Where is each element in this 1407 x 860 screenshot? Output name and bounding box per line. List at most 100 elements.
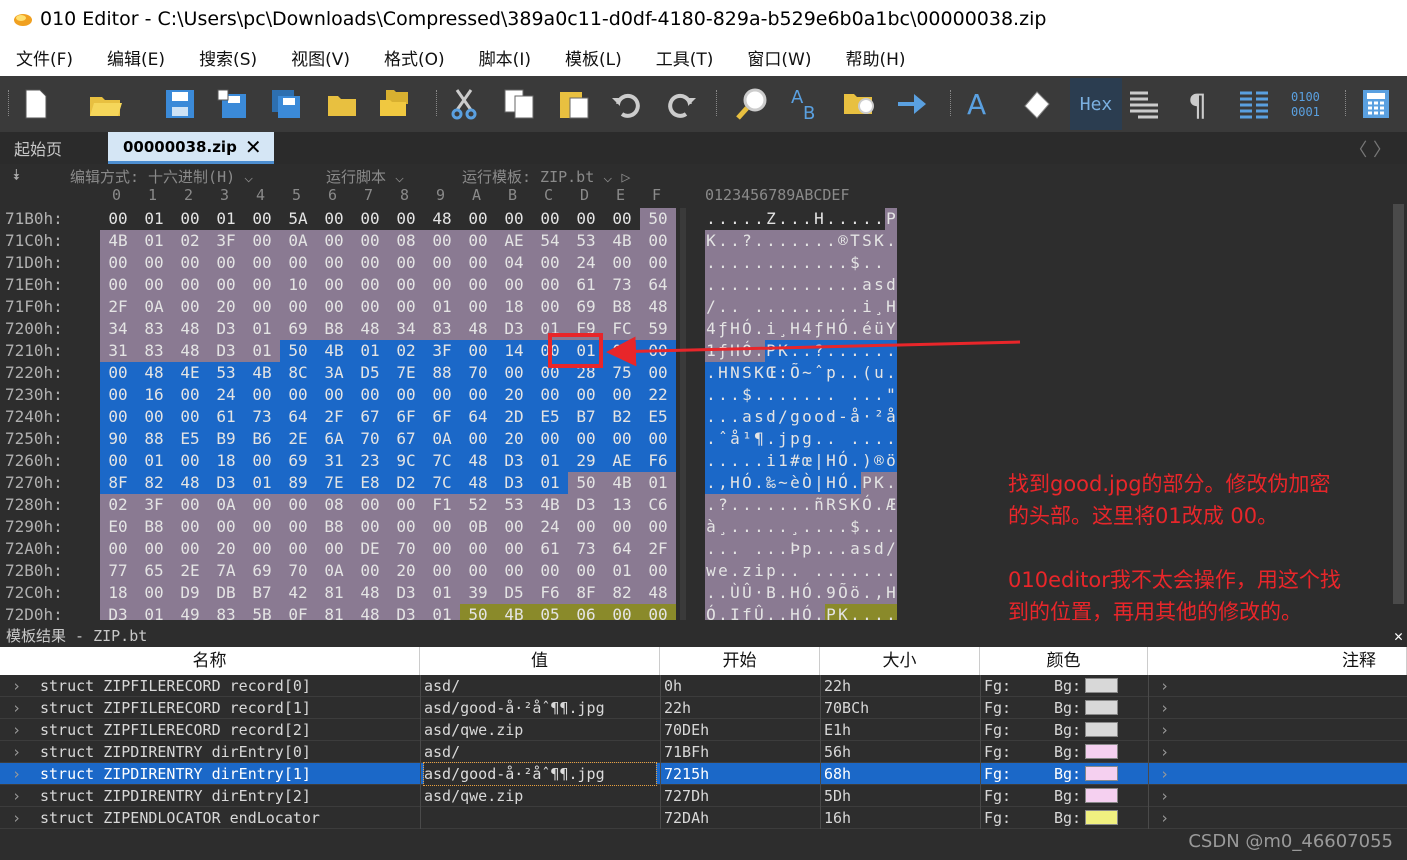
ascii-char[interactable]: .	[861, 208, 873, 230]
bg-color-swatch[interactable]	[1085, 700, 1118, 715]
hex-byte[interactable]: F6	[532, 582, 568, 604]
hex-byte[interactable]: 00	[280, 516, 316, 538]
hex-byte[interactable]: 2E	[280, 428, 316, 450]
ascii-char[interactable]: ƒ	[813, 318, 825, 340]
hex-byte[interactable]: 53	[568, 230, 604, 252]
hex-byte[interactable]: 00	[100, 208, 136, 230]
ascii-char[interactable]: K	[837, 604, 849, 620]
ascii-char[interactable]: .	[753, 274, 765, 296]
ascii-char[interactable]: .	[885, 472, 897, 494]
ascii-char[interactable]: .	[717, 208, 729, 230]
ascii-char[interactable]: H	[789, 604, 801, 620]
ascii-char[interactable]: Ó	[741, 340, 753, 362]
hex-byte[interactable]: 4B	[604, 472, 640, 494]
ascii-char[interactable]: .	[801, 384, 813, 406]
hex-byte[interactable]: 01	[136, 230, 172, 252]
ascii-char[interactable]: /	[885, 538, 897, 560]
columns-icon[interactable]	[1236, 85, 1272, 123]
ascii-char[interactable]: i	[753, 560, 765, 582]
hex-byte[interactable]: 6A	[316, 428, 352, 450]
ascii-char[interactable]: K	[849, 494, 861, 516]
ascii-char[interactable]: .	[777, 516, 789, 538]
ascii-char[interactable]: .	[741, 494, 753, 516]
ascii-char[interactable]: K	[873, 230, 885, 252]
hex-byte[interactable]: 00	[424, 560, 460, 582]
hex-byte[interactable]: D3	[100, 604, 136, 620]
hex-byte[interactable]: 13	[604, 494, 640, 516]
ascii-char[interactable]: H	[885, 296, 897, 318]
hex-byte[interactable]: 10	[280, 274, 316, 296]
hex-byte[interactable]: 00	[496, 362, 532, 384]
hex-byte[interactable]: 53	[208, 362, 244, 384]
hex-byte[interactable]: 4B	[316, 340, 352, 362]
ascii-char[interactable]: .	[789, 384, 801, 406]
ascii-char[interactable]: .	[729, 230, 741, 252]
ascii-char[interactable]: .	[801, 516, 813, 538]
hex-byte[interactable]: 0F	[280, 604, 316, 620]
hex-byte[interactable]: 00	[100, 450, 136, 472]
hex-byte[interactable]: 00	[100, 538, 136, 560]
hex-byte[interactable]: 34	[100, 318, 136, 340]
hex-byte[interactable]: 00	[532, 296, 568, 318]
ascii-char[interactable]: N	[729, 362, 741, 384]
ascii-char[interactable]: ²	[873, 406, 885, 428]
hex-byte[interactable]: 00	[496, 560, 532, 582]
tab-nav-arrows[interactable]: 〈 〉	[1349, 136, 1391, 162]
hex-byte[interactable]: 2F	[316, 406, 352, 428]
ascii-char[interactable]: .	[789, 494, 801, 516]
ascii-char[interactable]: H	[717, 362, 729, 384]
hex-byte[interactable]: 9C	[388, 450, 424, 472]
ascii-char[interactable]: ‰	[765, 472, 777, 494]
hex-byte[interactable]: 00	[460, 340, 496, 362]
ascii-char[interactable]: .	[729, 384, 741, 406]
ascii-char[interactable]: Û	[753, 604, 765, 620]
hex-byte[interactable]: D3	[208, 472, 244, 494]
ascii-char[interactable]: H	[825, 450, 837, 472]
ascii-char[interactable]: ®	[837, 230, 849, 252]
hex-byte[interactable]: B2	[604, 406, 640, 428]
hex-byte[interactable]: 00	[460, 428, 496, 450]
hex-byte[interactable]: 00	[460, 384, 496, 406]
hex-byte[interactable]: 00	[424, 516, 460, 538]
save-icon[interactable]	[162, 85, 198, 123]
hex-byte[interactable]: 88	[424, 362, 460, 384]
ascii-char[interactable]: ?	[813, 340, 825, 362]
ascii-char[interactable]: .	[789, 560, 801, 582]
hex-byte[interactable]: 00	[316, 252, 352, 274]
ascii-char[interactable]: .	[765, 516, 777, 538]
hex-byte[interactable]: 2E	[172, 560, 208, 582]
undo-icon[interactable]	[608, 85, 644, 123]
ascii-char[interactable]: .	[717, 230, 729, 252]
hex-byte[interactable]: 01	[244, 340, 280, 362]
ascii-char[interactable]: Ó	[837, 450, 849, 472]
bg-color-swatch[interactable]	[1085, 678, 1118, 693]
ascii-char[interactable]: H	[825, 472, 837, 494]
hex-byte[interactable]: 00	[244, 384, 280, 406]
ascii-char[interactable]: .	[753, 384, 765, 406]
hex-byte[interactable]: B8	[316, 318, 352, 340]
hex-byte[interactable]: 4B	[100, 230, 136, 252]
ascii-char[interactable]: .	[873, 428, 885, 450]
ascii-char[interactable]: .	[825, 296, 837, 318]
ascii-char[interactable]: o	[801, 406, 813, 428]
hex-byte[interactable]: 00	[172, 296, 208, 318]
hex-byte[interactable]: 2D	[496, 406, 532, 428]
hex-byte[interactable]: 83	[136, 318, 172, 340]
ascii-char[interactable]: .	[885, 362, 897, 384]
ascii-char[interactable]: .	[753, 538, 765, 560]
hex-byte[interactable]: E5	[172, 428, 208, 450]
ascii-char[interactable]: .	[837, 252, 849, 274]
hex-byte[interactable]: 48	[172, 340, 208, 362]
hex-byte[interactable]: D9	[172, 582, 208, 604]
ascii-char[interactable]: i	[765, 450, 777, 472]
hex-byte[interactable]: 00	[100, 384, 136, 406]
ascii-char[interactable]: K	[705, 230, 717, 252]
ascii-char[interactable]: .	[873, 384, 885, 406]
ascii-char[interactable]: Ó	[741, 472, 753, 494]
hex-byte[interactable]: D3	[208, 318, 244, 340]
ascii-char[interactable]: .	[705, 472, 717, 494]
ascii-char[interactable]: u	[873, 362, 885, 384]
ascii-char[interactable]: .	[729, 252, 741, 274]
ascii-char[interactable]: .	[849, 208, 861, 230]
hex-byte[interactable]: 00	[460, 560, 496, 582]
